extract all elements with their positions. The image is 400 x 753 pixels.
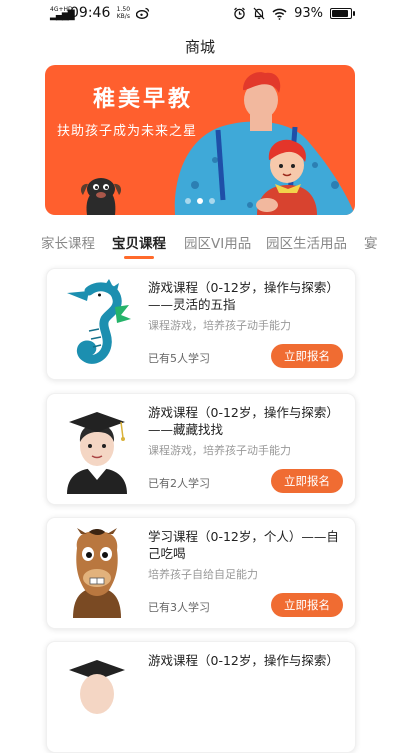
learner-count: 已有2人学习 — [148, 477, 210, 490]
course-description: 课程游戏，培养孩子动手能力 — [148, 444, 291, 457]
status-bar: 4G+HD ▂▄▆█ 09:46 1.50 KB/s 93% — [0, 0, 400, 30]
active-tab-indicator — [124, 256, 154, 259]
banner-title: 稚美早教 — [93, 86, 194, 112]
banner-illustration — [80, 72, 355, 215]
seahorse-image — [67, 279, 131, 364]
tab-baby-courses[interactable]: 宝贝课程 — [112, 232, 166, 252]
course-title: 游戏课程（0-12岁，操作与探索）——藏藏找找 — [148, 405, 339, 437]
net-speed-value: 1.50 — [116, 6, 131, 13]
tab-campus-supplies[interactable]: 园区生活用品 — [266, 232, 347, 252]
tab-parent-courses[interactable]: 家长课程 — [41, 232, 95, 252]
status-right: 93% — [233, 6, 355, 21]
battery-fill — [332, 10, 348, 17]
enroll-button[interactable]: 立即报名 — [271, 344, 343, 368]
status-left: 4G+HD ▂▄▆█ 09:46 1.50 KB/s — [50, 5, 150, 21]
course-thumbnail — [59, 528, 135, 618]
pagination-dot[interactable] — [197, 198, 203, 204]
learner-count: 已有3人学习 — [148, 601, 210, 614]
course-description: 培养孩子自给自足能力 — [148, 568, 258, 581]
pagination-dot[interactable] — [209, 198, 215, 204]
course-thumbnail — [59, 404, 135, 494]
course-card[interactable]: 游戏课程（0-12岁，操作与探索）——藏藏找找 课程游戏，培养孩子动手能力 已有… — [46, 393, 356, 505]
horse-image — [73, 528, 121, 618]
net-speed-unit: KB/s — [116, 13, 130, 20]
battery-icon — [330, 8, 355, 19]
banner-pagination — [185, 198, 215, 204]
category-tabs: 家长课程 宝贝课程 园区VI用品 园区生活用品 宴 — [0, 226, 400, 262]
course-title: 学习课程（0-12岁，个人）——自己吃喝 — [148, 529, 339, 561]
battery-percent: 93% — [294, 6, 323, 21]
banner-subtitle: 扶助孩子成为未来之星 — [57, 124, 198, 139]
wifi-icon — [272, 8, 287, 20]
weibo-icon — [136, 7, 150, 19]
enroll-button[interactable]: 立即报名 — [271, 593, 343, 617]
enroll-button[interactable]: 立即报名 — [271, 469, 343, 493]
pagination-dot[interactable] — [185, 198, 191, 204]
promo-banner[interactable]: 稚美早教 扶助孩子成为未来之星 — [45, 65, 355, 215]
graduate-image — [69, 660, 125, 714]
course-thumbnail — [59, 652, 135, 742]
course-title: 游戏课程（0-12岁，操作与探索）——灵活的五指 — [148, 280, 339, 312]
course-description: 课程游戏，培养孩子动手能力 — [148, 319, 291, 332]
net-speed: 1.50 KB/s — [114, 6, 132, 20]
network-indicator: 4G+HD ▂▄▆█ — [50, 7, 75, 21]
tab-overflow[interactable]: 宴 — [364, 232, 378, 252]
course-thumbnail — [59, 279, 135, 369]
signal-icon: ▂▄▆█ — [50, 11, 75, 21]
graduate-image — [67, 412, 127, 494]
learner-count: 已有5人学习 — [148, 352, 210, 365]
course-card[interactable]: 游戏课程（0-12岁，操作与探索）——灵活的五指 课程游戏，培养孩子动手能力 已… — [46, 268, 356, 380]
course-card[interactable]: 学习课程（0-12岁，个人）——自己吃喝 培养孩子自给自足能力 已有3人学习 立… — [46, 517, 356, 629]
page-title: 商城 — [184, 38, 215, 56]
mute-bell-icon — [253, 7, 265, 20]
clock: 09:46 — [70, 5, 111, 21]
course-card[interactable]: 游戏课程（0-12岁，操作与探索） — [46, 641, 356, 753]
tab-campus-vi[interactable]: 园区VI用品 — [184, 232, 251, 252]
alarm-icon — [234, 7, 245, 20]
